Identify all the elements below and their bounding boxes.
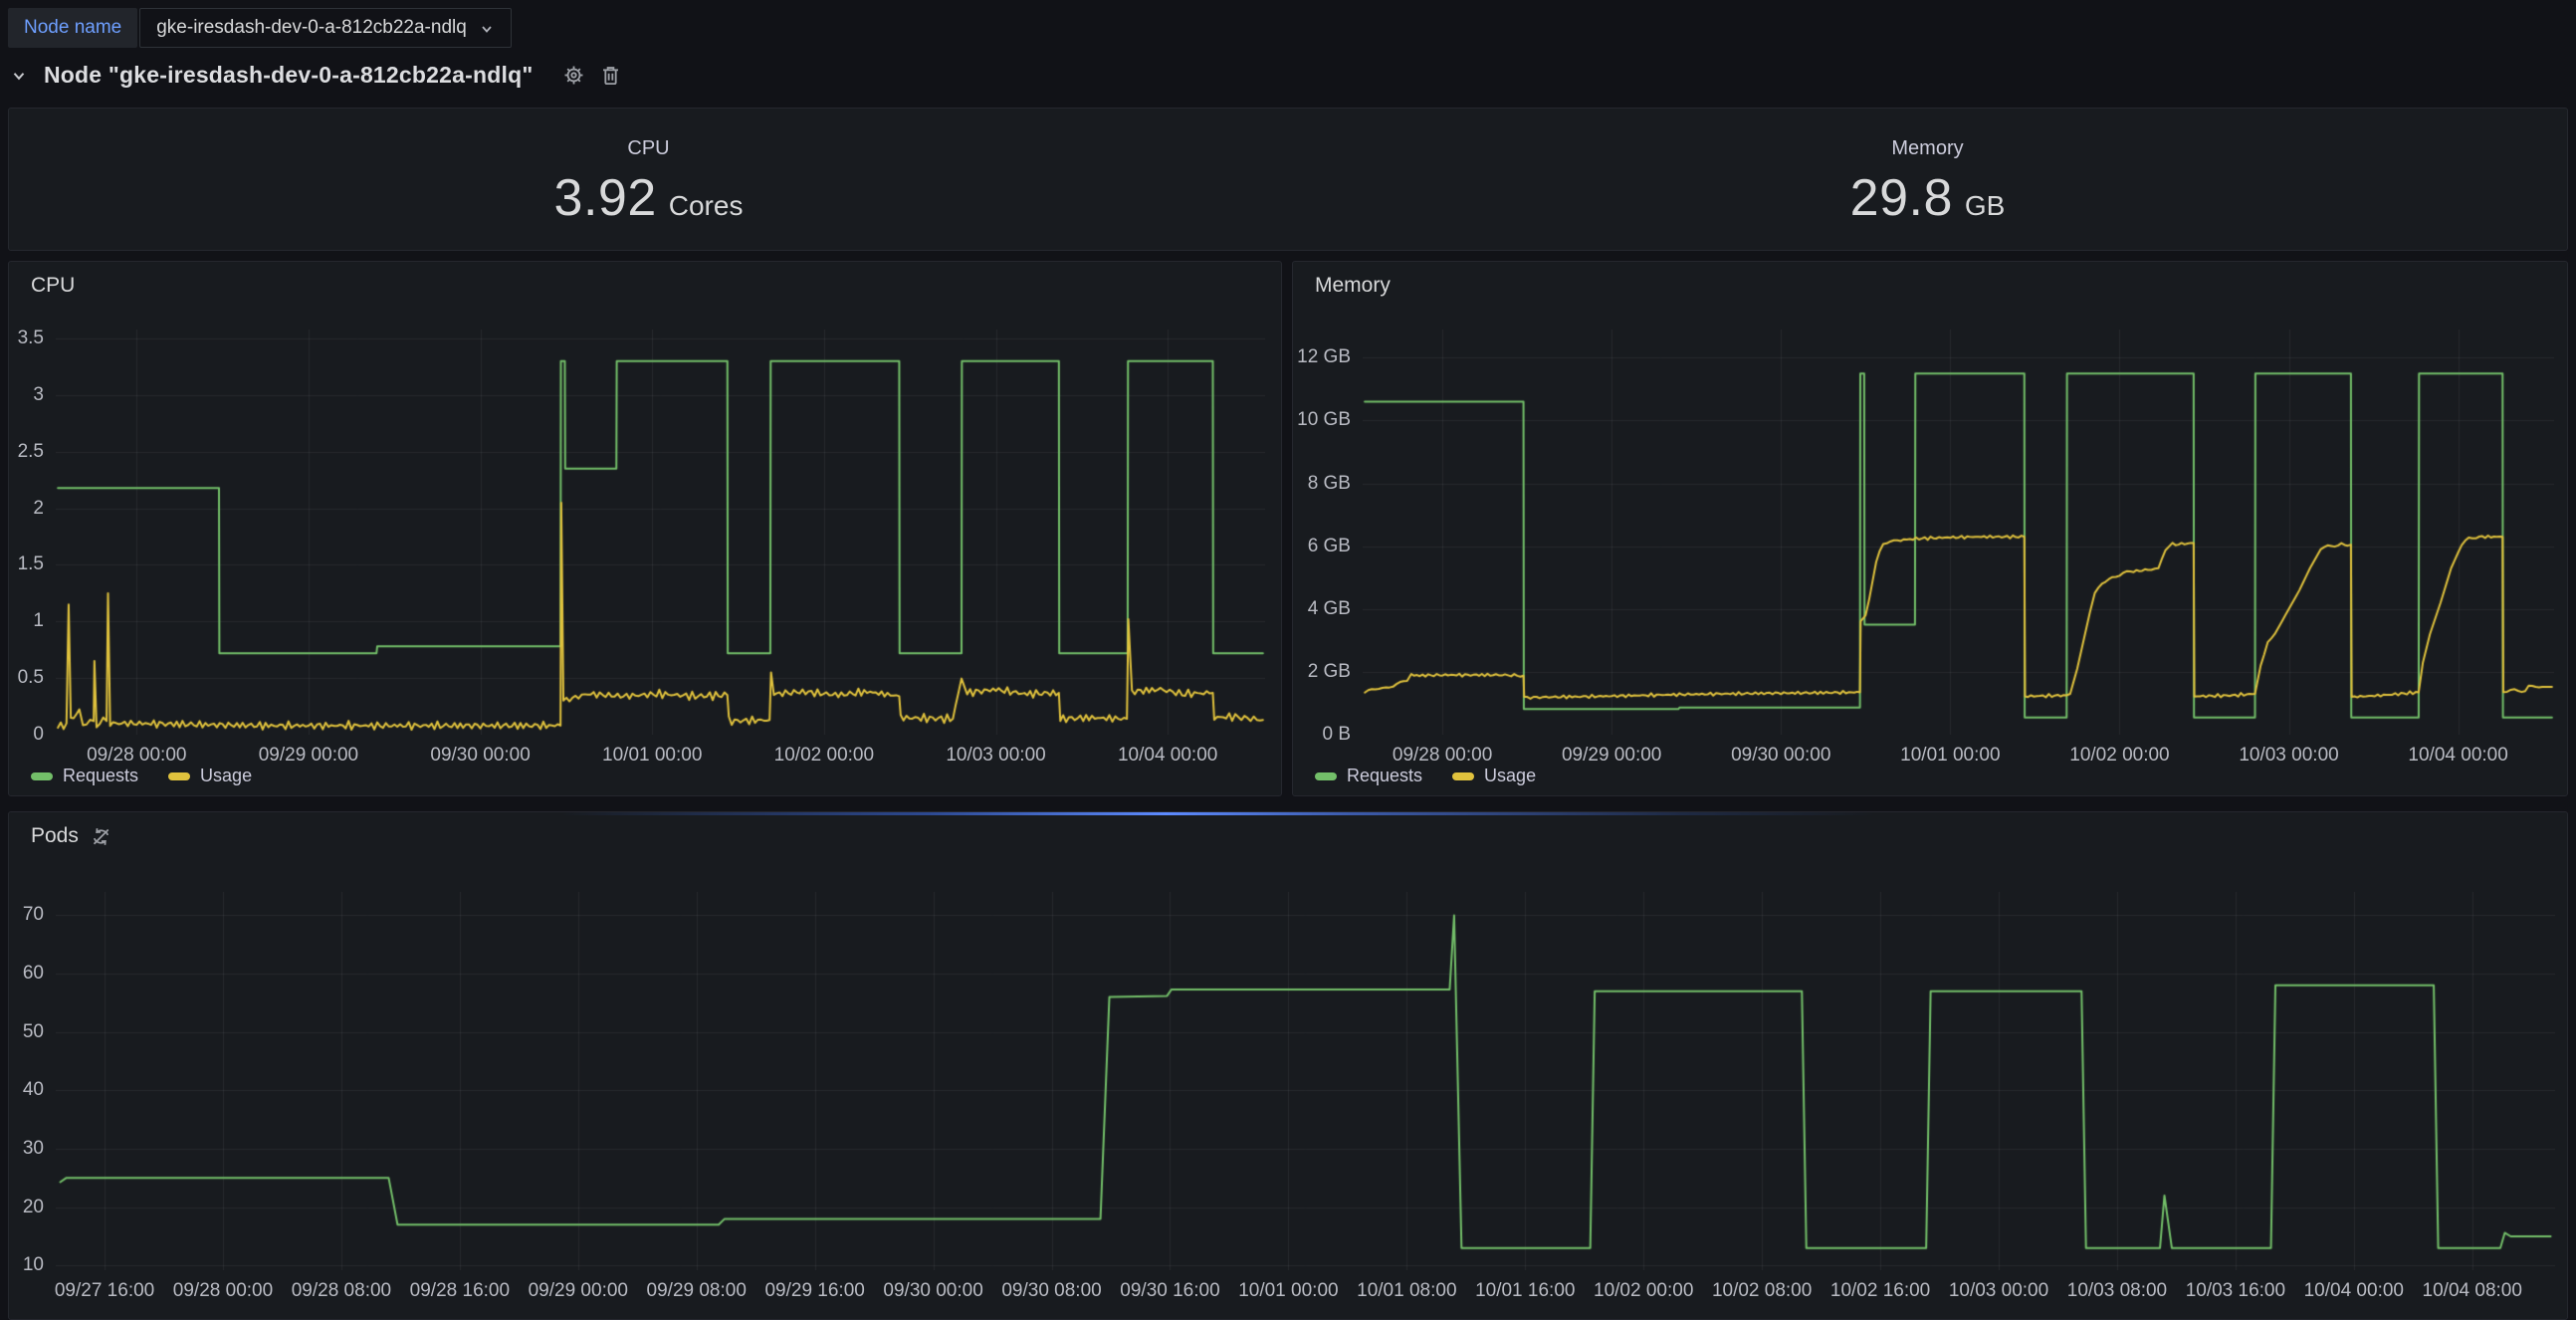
y-tick-label: 30 [23,1138,44,1160]
x-tick-label: 10/04 00:00 [2408,745,2507,767]
y-tick-label: 2 GB [1308,661,1351,683]
y-tick-label: 6 GB [1308,536,1351,557]
x-tick-label: 09/29 08:00 [647,1280,747,1302]
sync-off-icon[interactable] [91,826,111,847]
legend-item-requests[interactable]: Requests [31,766,138,786]
cpu-stat-title: CPU [627,137,669,160]
x-tick-label: 10/02 16:00 [1830,1280,1930,1302]
x-tick-label: 10/03 00:00 [1949,1280,2048,1302]
memory-stat-value: 29.8 [1850,168,1953,228]
memory-stat-unit: GB [1965,190,2005,222]
x-tick-label: 09/28 08:00 [292,1280,391,1302]
x-tick-label: 09/27 16:00 [55,1280,154,1302]
x-tick-label: 09/28 00:00 [87,745,186,767]
dashboard-variable-bar: Node name gke-iresdash-dev-0-a-812cb22a-… [8,8,512,48]
x-tick-label: 09/30 00:00 [430,745,530,767]
legend-item-requests[interactable]: Requests [1315,766,1422,786]
y-tick-label: 0 [33,724,44,746]
cpu-chart-canvas[interactable] [56,330,1265,735]
x-tick-label: 10/03 00:00 [2239,745,2338,767]
memory-stat: Memory 29.8 GB [1288,109,2567,250]
memory-chart-canvas[interactable] [1363,330,2554,735]
pods-chart-canvas[interactable] [56,892,2555,1270]
y-tick-label: 1 [33,610,44,632]
y-tick-label: 8 GB [1308,473,1351,495]
usage-swatch [168,772,190,780]
y-tick-label: 50 [23,1021,44,1043]
y-tick-label: 70 [23,904,44,926]
pods-panel-title[interactable]: Pods [31,824,111,848]
x-tick-label: 09/28 16:00 [410,1280,510,1302]
row-header[interactable]: Node "gke-iresdash-dev-0-a-812cb22a-ndlq… [10,62,622,89]
requests-swatch [1315,772,1337,780]
x-tick-label: 10/04 00:00 [2304,1280,2404,1302]
x-tick-label: 10/01 00:00 [1900,745,2000,767]
x-tick-label: 09/28 00:00 [173,1280,273,1302]
x-tick-label: 10/01 00:00 [1238,1280,1338,1302]
x-tick-label: 10/03 08:00 [2067,1280,2167,1302]
y-tick-label: 10 [23,1254,44,1276]
x-tick-label: 10/02 00:00 [1594,1280,1693,1302]
requests-swatch [31,772,53,780]
cpu-stat: CPU 3.92 Cores [9,109,1288,250]
x-tick-label: 09/29 00:00 [1562,745,1661,767]
x-tick-label: 10/03 16:00 [2186,1280,2285,1302]
y-tick-label: 0.5 [18,667,44,689]
legend-item-usage[interactable]: Usage [168,766,252,786]
cpu-panel-title[interactable]: CPU [31,274,75,298]
cpu-legend: Requests Usage [31,766,252,786]
memory-legend: Requests Usage [1315,766,1536,786]
x-tick-label: 10/02 00:00 [774,745,874,767]
row-delete-trash-icon[interactable] [599,64,622,87]
x-tick-label: 10/04 00:00 [1118,745,1217,767]
y-tick-label: 3 [33,384,44,406]
x-tick-label: 09/28 00:00 [1393,745,1492,767]
x-tick-label: 10/02 08:00 [1712,1280,1812,1302]
y-tick-label: 10 GB [1297,409,1351,431]
node-resources-stat-panel: CPU 3.92 Cores Memory 29.8 GB [8,108,2568,251]
row-title[interactable]: Node "gke-iresdash-dev-0-a-812cb22a-ndlq… [44,62,533,89]
y-tick-label: 1.5 [18,553,44,575]
x-tick-label: 09/30 00:00 [883,1280,982,1302]
y-tick-label: 12 GB [1297,346,1351,368]
cpu-stat-value: 3.92 [554,168,657,228]
x-tick-label: 09/30 00:00 [1731,745,1830,767]
pods-panel: Pods 10 20 30 40 50 60 70 09/27 16:00 09/28 00:0… [8,811,2568,1320]
x-tick-label: 10/01 00:00 [602,745,702,767]
y-tick-label: 40 [23,1079,44,1101]
x-tick-label: 10/04 08:00 [2423,1280,2522,1302]
y-tick-label: 0 B [1322,724,1351,746]
panel-loading-indicator [561,812,1875,815]
x-tick-label: 10/01 16:00 [1475,1280,1575,1302]
memory-stat-title: Memory [1891,137,1963,160]
x-tick-label: 09/30 16:00 [1120,1280,1219,1302]
node-name-value: gke-iresdash-dev-0-a-812cb22a-ndlq [156,17,467,39]
cpu-panel: CPU 0 0.5 1 1.5 2 2.5 3 3.5 09/28 00:00 09/29 00:… [8,261,1282,796]
x-tick-label: 09/29 00:00 [259,745,358,767]
cpu-stat-unit: Cores [669,190,744,222]
memory-panel-title[interactable]: Memory [1315,274,1391,298]
usage-swatch [1452,772,1474,780]
y-tick-label: 4 GB [1308,598,1351,620]
x-tick-label: 10/02 00:00 [2069,745,2169,767]
y-tick-label: 60 [23,963,44,985]
x-tick-label: 10/03 00:00 [946,745,1045,767]
variable-label: Node name [8,8,137,48]
y-tick-label: 2.5 [18,441,44,463]
x-tick-label: 10/01 08:00 [1357,1280,1456,1302]
row-settings-gear-icon[interactable] [562,64,585,87]
legend-item-usage[interactable]: Usage [1452,766,1536,786]
x-tick-label: 09/30 08:00 [1001,1280,1101,1302]
node-name-dropdown[interactable]: gke-iresdash-dev-0-a-812cb22a-ndlq [139,8,512,48]
memory-panel: Memory 0 B 2 GB 4 GB 6 GB 8 GB 10 GB 12 GB 09/2… [1292,261,2568,796]
chevron-down-icon [479,19,495,37]
y-tick-label: 2 [33,498,44,520]
y-tick-label: 20 [23,1197,44,1218]
y-tick-label: 3.5 [18,328,44,349]
x-tick-label: 09/29 00:00 [529,1280,628,1302]
row-collapse-chevron-icon[interactable] [10,67,28,85]
x-tick-label: 09/29 16:00 [764,1280,864,1302]
